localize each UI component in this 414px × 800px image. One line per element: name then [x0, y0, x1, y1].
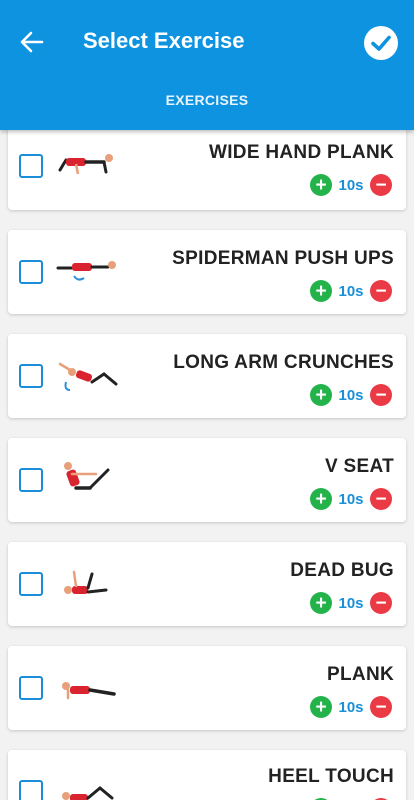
spiderman-push-ups-illustration — [56, 261, 116, 281]
increase-duration-button[interactable]: + — [310, 696, 332, 718]
decrease-duration-button[interactable]: − — [370, 696, 392, 718]
duration-controls: + 10s − — [310, 280, 392, 302]
exercise-card[interactable]: PLANK + 10s − — [8, 646, 406, 730]
exercise-checkbox[interactable] — [19, 572, 43, 596]
exercise-name: WIDE HAND PLANK — [209, 142, 394, 163]
tab-exercises[interactable]: EXERCISES — [0, 92, 414, 108]
duration-value: 10s — [338, 176, 364, 194]
increase-duration-button[interactable]: + — [310, 592, 332, 614]
exercise-checkbox[interactable] — [19, 780, 43, 800]
exercise-checkbox[interactable] — [19, 154, 43, 178]
exercise-card[interactable]: WIDE HAND PLANK + 10s − — [8, 130, 406, 210]
exercise-card[interactable]: SPIDERMAN PUSH UPS + 10s − — [8, 230, 406, 314]
dead-bug-illustration — [64, 570, 108, 594]
duration-controls: + 10s − — [310, 592, 392, 614]
duration-value: 10s — [338, 698, 364, 716]
increase-duration-button[interactable]: + — [310, 174, 332, 196]
duration-value: 10s — [338, 282, 364, 300]
back-button[interactable] — [14, 26, 50, 58]
wide-hand-plank-illustration — [58, 154, 113, 175]
exercise-card[interactable]: V SEAT + 10s − — [8, 438, 406, 522]
exercise-card[interactable]: DEAD BUG + 10s − — [8, 542, 406, 626]
long-arm-crunches-illustration — [58, 362, 118, 391]
decrease-duration-button[interactable]: − — [370, 384, 392, 406]
plank-illustration — [62, 682, 116, 700]
increase-duration-button[interactable]: + — [310, 488, 332, 510]
confirm-button[interactable] — [364, 26, 398, 60]
arrow-left-icon — [20, 31, 44, 53]
app-bar: Select Exercise EXERCISES — [0, 0, 414, 130]
decrease-duration-button[interactable]: − — [370, 280, 392, 302]
exercise-name: DEAD BUG — [290, 560, 394, 581]
exercise-name: HEEL TOUCH — [268, 766, 394, 787]
exercise-name: V SEAT — [324, 456, 394, 477]
page-title: Select Exercise — [83, 28, 245, 53]
duration-controls: + 10s − — [310, 696, 392, 718]
exercise-name: SPIDERMAN PUSH UPS — [172, 248, 394, 269]
exercise-checkbox[interactable] — [19, 364, 43, 388]
exercise-checkbox[interactable] — [19, 260, 43, 284]
exercise-card[interactable]: HEEL TOUCH + 10s − — [8, 750, 406, 800]
exercise-checkbox[interactable] — [19, 468, 43, 492]
duration-value: 10s — [338, 490, 364, 508]
increase-duration-button[interactable]: + — [310, 384, 332, 406]
duration-controls: + 10s − — [310, 488, 392, 510]
increase-duration-button[interactable]: + — [310, 280, 332, 302]
duration-value: 10s — [338, 594, 364, 612]
duration-value: 10s — [338, 386, 364, 404]
decrease-duration-button[interactable]: − — [370, 592, 392, 614]
exercise-card[interactable]: LONG ARM CRUNCHES + 10s − — [8, 334, 406, 418]
v-seat-illustration — [64, 462, 110, 490]
exercise-name: PLANK — [327, 664, 394, 685]
exercise-list[interactable]: WIDE HAND PLANK + 10s − SPIDERMAN PUSH U… — [0, 130, 414, 800]
exercise-checkbox[interactable] — [19, 676, 43, 700]
exercise-name: LONG ARM CRUNCHES — [173, 352, 394, 373]
heel-touch-illustration — [62, 786, 114, 800]
decrease-duration-button[interactable]: − — [370, 174, 392, 196]
duration-controls: + 10s − — [310, 174, 392, 196]
check-circle-icon — [371, 35, 391, 51]
duration-controls: + 10s − — [310, 384, 392, 406]
decrease-duration-button[interactable]: − — [370, 488, 392, 510]
